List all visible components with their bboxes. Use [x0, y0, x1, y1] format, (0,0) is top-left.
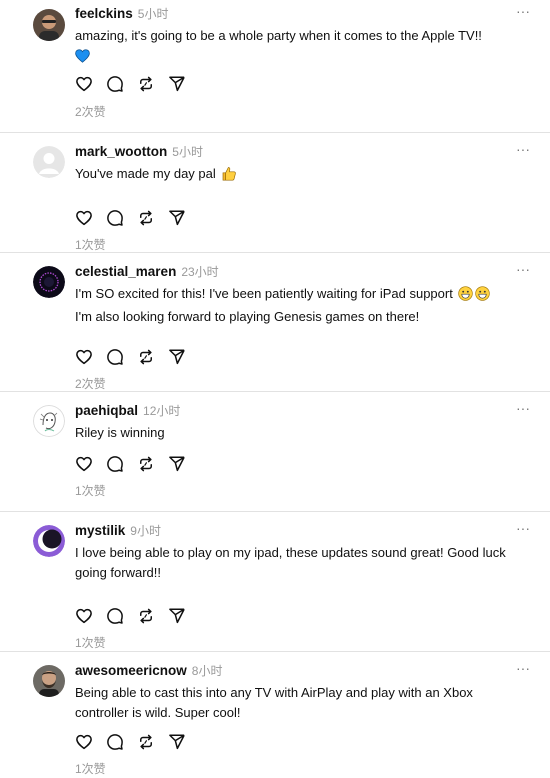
like-count[interactable]: 1次赞: [75, 634, 106, 651]
more-options-icon[interactable]: ···: [516, 142, 530, 156]
grinning-face-emoji-icon: [475, 286, 491, 307]
reply-post: celestial_maren 23小时 ··· I'm SO excited …: [0, 253, 550, 392]
share-icon[interactable]: [168, 75, 186, 93]
more-options-icon[interactable]: ···: [516, 661, 530, 675]
like-count[interactable]: 2次赞: [75, 103, 106, 120]
heart-icon[interactable]: [75, 348, 93, 366]
action-bar: [75, 348, 199, 366]
repost-icon[interactable]: [137, 348, 155, 366]
repost-icon[interactable]: [137, 607, 155, 625]
action-bar: [75, 75, 199, 93]
share-icon[interactable]: [168, 455, 186, 473]
reply-post: feelckins 5小时 ··· amazing, it's going to…: [0, 0, 550, 133]
avatar[interactable]: [33, 266, 65, 298]
username[interactable]: feelckins: [75, 6, 133, 21]
action-bar: [75, 209, 199, 227]
timestamp: 23小时: [181, 265, 219, 279]
share-icon[interactable]: [168, 607, 186, 625]
timestamp: 12小时: [143, 404, 181, 418]
timestamp: 8小时: [191, 664, 223, 678]
comment-icon[interactable]: [106, 607, 124, 625]
comment-icon[interactable]: [106, 455, 124, 473]
like-count[interactable]: 1次赞: [75, 482, 106, 499]
username[interactable]: celestial_maren: [75, 264, 176, 279]
thumbs-up-emoji-icon: [221, 166, 237, 187]
avatar[interactable]: [33, 405, 65, 437]
reply-post: paehiqbal 12小时 ··· Riley is winning 1次赞: [0, 392, 550, 512]
heart-icon[interactable]: [75, 733, 93, 751]
heart-icon[interactable]: [75, 75, 93, 93]
like-count[interactable]: 1次赞: [75, 760, 106, 777]
comment-icon[interactable]: [106, 348, 124, 366]
repost-icon[interactable]: [137, 75, 155, 93]
share-icon[interactable]: [168, 348, 186, 366]
blue-heart-emoji-icon: [75, 49, 90, 69]
avatar[interactable]: [33, 665, 65, 697]
comment-icon[interactable]: [106, 75, 124, 93]
comment-icon[interactable]: [106, 209, 124, 227]
reply-post: mark_wootton 5小时 ··· You've made my day …: [0, 133, 550, 253]
replies-feed: feelckins 5小时 ··· amazing, it's going to…: [0, 0, 550, 778]
reply-text: Riley is winning: [75, 425, 165, 440]
timestamp: 5小时: [137, 7, 169, 21]
action-bar: [75, 455, 199, 473]
like-count[interactable]: 1次赞: [75, 236, 106, 253]
action-bar: [75, 733, 199, 751]
more-options-icon[interactable]: ···: [516, 4, 530, 18]
comment-icon[interactable]: [106, 733, 124, 751]
more-options-icon[interactable]: ···: [516, 401, 530, 415]
repost-icon[interactable]: [137, 455, 155, 473]
share-icon[interactable]: [168, 733, 186, 751]
username[interactable]: awesomeericnow: [75, 663, 187, 678]
avatar[interactable]: [33, 146, 65, 178]
grinning-face-emoji-icon: [458, 286, 474, 307]
repost-icon[interactable]: [137, 209, 155, 227]
reply-text: I'm SO excited for this! I've been patie…: [75, 284, 530, 327]
timestamp: 5小时: [172, 145, 203, 159]
username[interactable]: mark_wootton: [75, 144, 167, 159]
reply-text: amazing, it's going to be a whole party …: [75, 26, 530, 69]
heart-icon[interactable]: [75, 607, 93, 625]
heart-icon[interactable]: [75, 209, 93, 227]
avatar[interactable]: [33, 9, 65, 41]
like-count[interactable]: 2次赞: [75, 375, 106, 392]
username[interactable]: paehiqbal: [75, 403, 138, 418]
action-bar: [75, 607, 199, 625]
more-options-icon[interactable]: ···: [516, 262, 530, 276]
repost-icon[interactable]: [137, 733, 155, 751]
avatar[interactable]: [33, 525, 65, 557]
username[interactable]: mystilik: [75, 523, 125, 538]
reply-post: mystilik 9小时 ··· I love being able to pl…: [0, 512, 550, 652]
share-icon[interactable]: [168, 209, 186, 227]
reply-post: awesomeericnow 8小时 ··· Being able to cas…: [0, 652, 550, 778]
reply-text: You've made my day pal: [75, 164, 530, 187]
timestamp: 9小时: [130, 524, 161, 538]
heart-icon[interactable]: [75, 455, 93, 473]
more-options-icon[interactable]: ···: [516, 521, 530, 535]
reply-text: I love being able to play on my ipad, th…: [75, 545, 506, 580]
reply-text: Being able to cast this into any TV with…: [75, 685, 473, 720]
